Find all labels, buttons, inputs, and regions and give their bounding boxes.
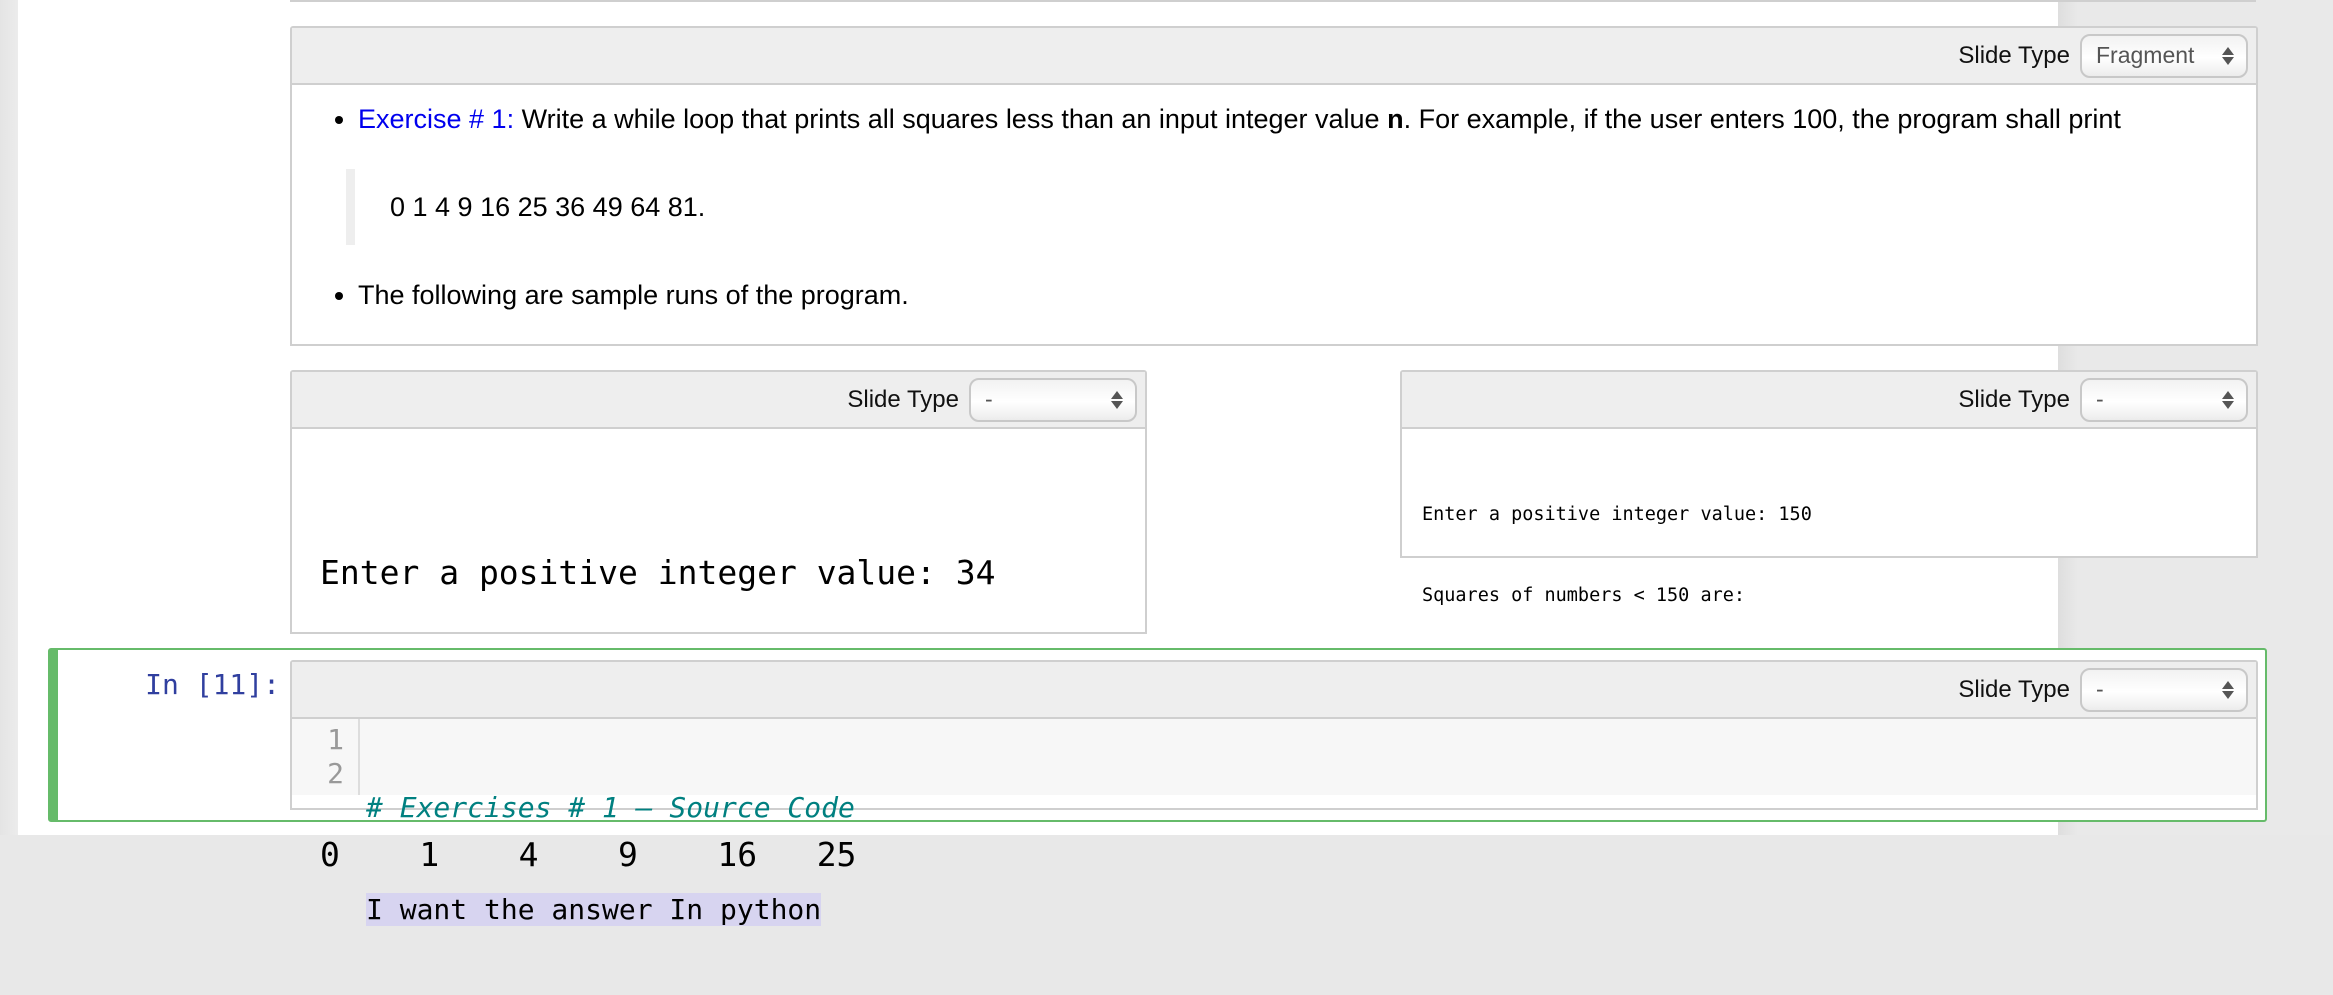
code-selected-line[interactable]: I want the answer In python <box>366 893 822 926</box>
slide-type-select[interactable]: - <box>2080 667 2248 712</box>
sample-run-left-cell[interactable]: Slide Type - Enter a positive integer va… <box>290 370 1147 874</box>
slide-type-label: Slide Type <box>1958 41 2070 69</box>
slide-type-value: - <box>985 386 993 412</box>
slide-type-label: Slide Type <box>847 385 959 413</box>
slide-type-label: Slide Type <box>1958 675 2070 703</box>
slide-type-select[interactable]: Fragment <box>2080 33 2248 78</box>
line-number: 2 <box>327 757 344 790</box>
slide-type-select[interactable]: - <box>969 377 1137 422</box>
blockquote: 0 1 4 9 16 25 36 49 64 81. <box>346 169 2256 245</box>
code-lines[interactable]: # Exercises # 1 – Source Code I want the… <box>360 719 855 926</box>
output-line: Enter a positive integer value: 150 <box>1422 504 1812 525</box>
select-arrows-icon <box>2222 46 2234 65</box>
output-line: Squares of numbers < 150 are: <box>1422 585 1746 606</box>
markdown-cell[interactable]: Slide Type Fragment Exercise # 1: Write … <box>290 26 2258 346</box>
sample-run-right-cell[interactable]: Slide Type - Enter a positive integer va… <box>1400 370 2258 687</box>
slide-type-value: - <box>2096 386 2104 412</box>
slide-type-label: Slide Type <box>1958 385 2070 413</box>
markdown-content: Exercise # 1: Write a while loop that pr… <box>292 85 2256 315</box>
left-margin <box>0 0 18 835</box>
input-prompt: In [11]: <box>145 668 280 701</box>
output-line: 0 1 4 9 16 25 <box>320 835 857 874</box>
exercise-link[interactable]: Exercise # 1: <box>358 104 514 134</box>
code-input-area[interactable]: Slide Type - 1 2 # Exercises # 1 – Sourc… <box>290 660 2258 926</box>
cell-toolbar: Slide Type Fragment <box>292 28 2256 85</box>
select-arrows-icon <box>2222 390 2234 409</box>
line-number: 1 <box>327 723 344 756</box>
select-arrows-icon <box>2222 680 2234 699</box>
exercise-text: Write a while loop that prints all squar… <box>514 104 1388 134</box>
exercise-text-2: . For example, if the user enters 100, t… <box>1403 104 2121 134</box>
previous-cell-border <box>290 0 2256 2</box>
exercise-bullet: Exercise # 1: Write a while loop that pr… <box>358 99 2256 139</box>
cell-toolbar: Slide Type - <box>292 372 1145 429</box>
line-number-gutter: 1 2 <box>292 719 360 795</box>
code-editor[interactable]: 1 2 # Exercises # 1 – Source Code I want… <box>292 719 2256 926</box>
cell-toolbar: Slide Type - <box>292 662 2256 719</box>
cell-toolbar: Slide Type - <box>1402 372 2256 429</box>
slide-type-value: Fragment <box>2096 42 2195 68</box>
slide-type-select[interactable]: - <box>2080 377 2248 422</box>
slide-type-value: - <box>2096 676 2104 702</box>
variable-n: n <box>1387 104 1404 134</box>
sample-runs-bullet: The following are sample runs of the pro… <box>358 275 2256 315</box>
output-line: Enter a positive integer value: 34 <box>320 553 996 592</box>
code-comment-line[interactable]: # Exercises # 1 – Source Code <box>366 791 855 824</box>
select-arrows-icon <box>1111 390 1123 409</box>
